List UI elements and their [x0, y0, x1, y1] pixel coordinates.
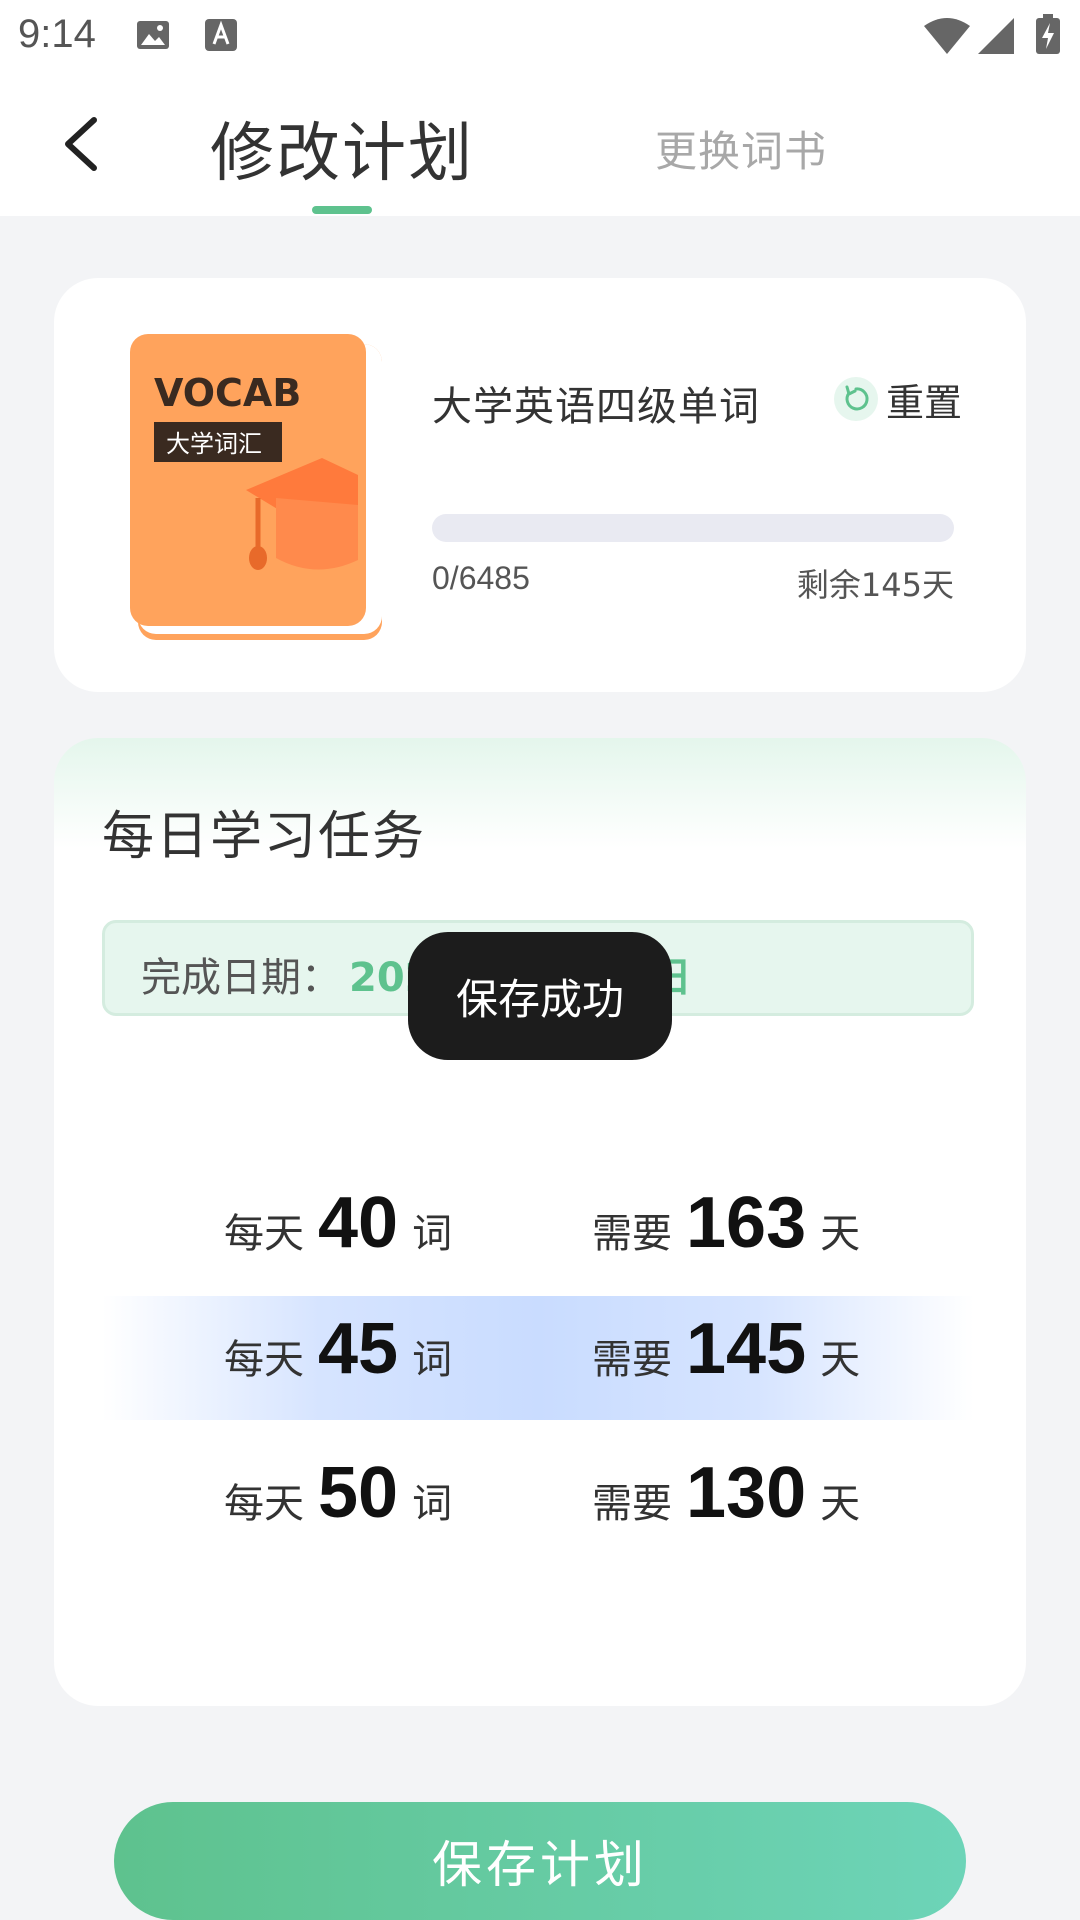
refresh-icon	[834, 377, 878, 421]
plan-word-unit: 词	[412, 1481, 453, 1527]
plan-day-unit: 天	[820, 1337, 861, 1383]
reset-button[interactable]: 重置	[834, 374, 963, 425]
plan-prefix: 每天	[224, 1481, 304, 1527]
plan-need: 需要	[592, 1481, 672, 1527]
text-notification-icon	[204, 18, 238, 52]
plan-words: 50	[318, 1453, 399, 1533]
reset-label: 重置	[886, 380, 963, 425]
tab-active-indicator	[312, 206, 372, 214]
book-card: VOCAB 大学词汇 大学英语四级单词 重置 0/6485 剩余145天	[54, 278, 1026, 692]
daily-task-title: 每日学习任务	[102, 807, 427, 867]
book-cover-subtitle: 大学词汇	[166, 430, 262, 458]
plan-words: 40	[318, 1183, 399, 1263]
plan-day-unit: 天	[820, 1211, 861, 1257]
plan-prefix: 每天	[224, 1337, 304, 1383]
plan-option-2[interactable]: 每天 50 词 需要 130 天	[102, 1440, 974, 1564]
status-time: 9:14	[18, 12, 96, 56]
tab-modify-plan[interactable]: 修改计划	[210, 102, 474, 194]
header: 修改计划 更换词书	[0, 72, 1080, 216]
save-plan-button[interactable]: 保存计划	[114, 1802, 966, 1920]
plan-days: 145	[686, 1309, 807, 1389]
completion-date-label: 完成日期：	[141, 955, 341, 1001]
image-notification-icon	[136, 18, 170, 52]
plan-word-unit: 词	[412, 1337, 453, 1383]
tab-change-book[interactable]: 更换词书	[655, 118, 827, 179]
signal-icon	[978, 18, 1014, 54]
progress-bar	[432, 514, 954, 542]
plan-days: 130	[686, 1453, 807, 1533]
remaining-days: 剩余145天	[796, 566, 954, 604]
status-bar: 9:14	[0, 0, 1080, 72]
wifi-icon	[924, 18, 970, 54]
progress-count: 0/6485	[432, 560, 530, 596]
plan-option-1-selected[interactable]: 每天 45 词 需要 145 天	[102, 1296, 974, 1420]
book-cover-image: VOCAB 大学词汇	[126, 330, 386, 642]
plan-option-0[interactable]: 每天 40 词 需要 163 天	[102, 1170, 974, 1294]
plan-word-unit: 词	[412, 1211, 453, 1257]
plan-prefix: 每天	[224, 1211, 304, 1257]
book-title: 大学英语四级单词	[432, 384, 760, 430]
plan-need: 需要	[592, 1211, 672, 1257]
plan-words: 45	[318, 1309, 399, 1389]
daily-task-card: 每日学习任务 完成日期： 2026年06月14日 每天 40 词 需要 163 …	[54, 738, 1026, 1706]
plan-day-unit: 天	[820, 1481, 861, 1527]
battery-charging-icon	[1036, 14, 1060, 54]
book-cover-title: VOCAB	[154, 371, 301, 415]
save-success-toast: 保存成功	[408, 932, 672, 1060]
plan-days: 163	[686, 1183, 807, 1263]
plan-need: 需要	[592, 1337, 672, 1383]
chevron-left-icon	[65, 117, 97, 171]
back-button[interactable]	[52, 112, 112, 176]
